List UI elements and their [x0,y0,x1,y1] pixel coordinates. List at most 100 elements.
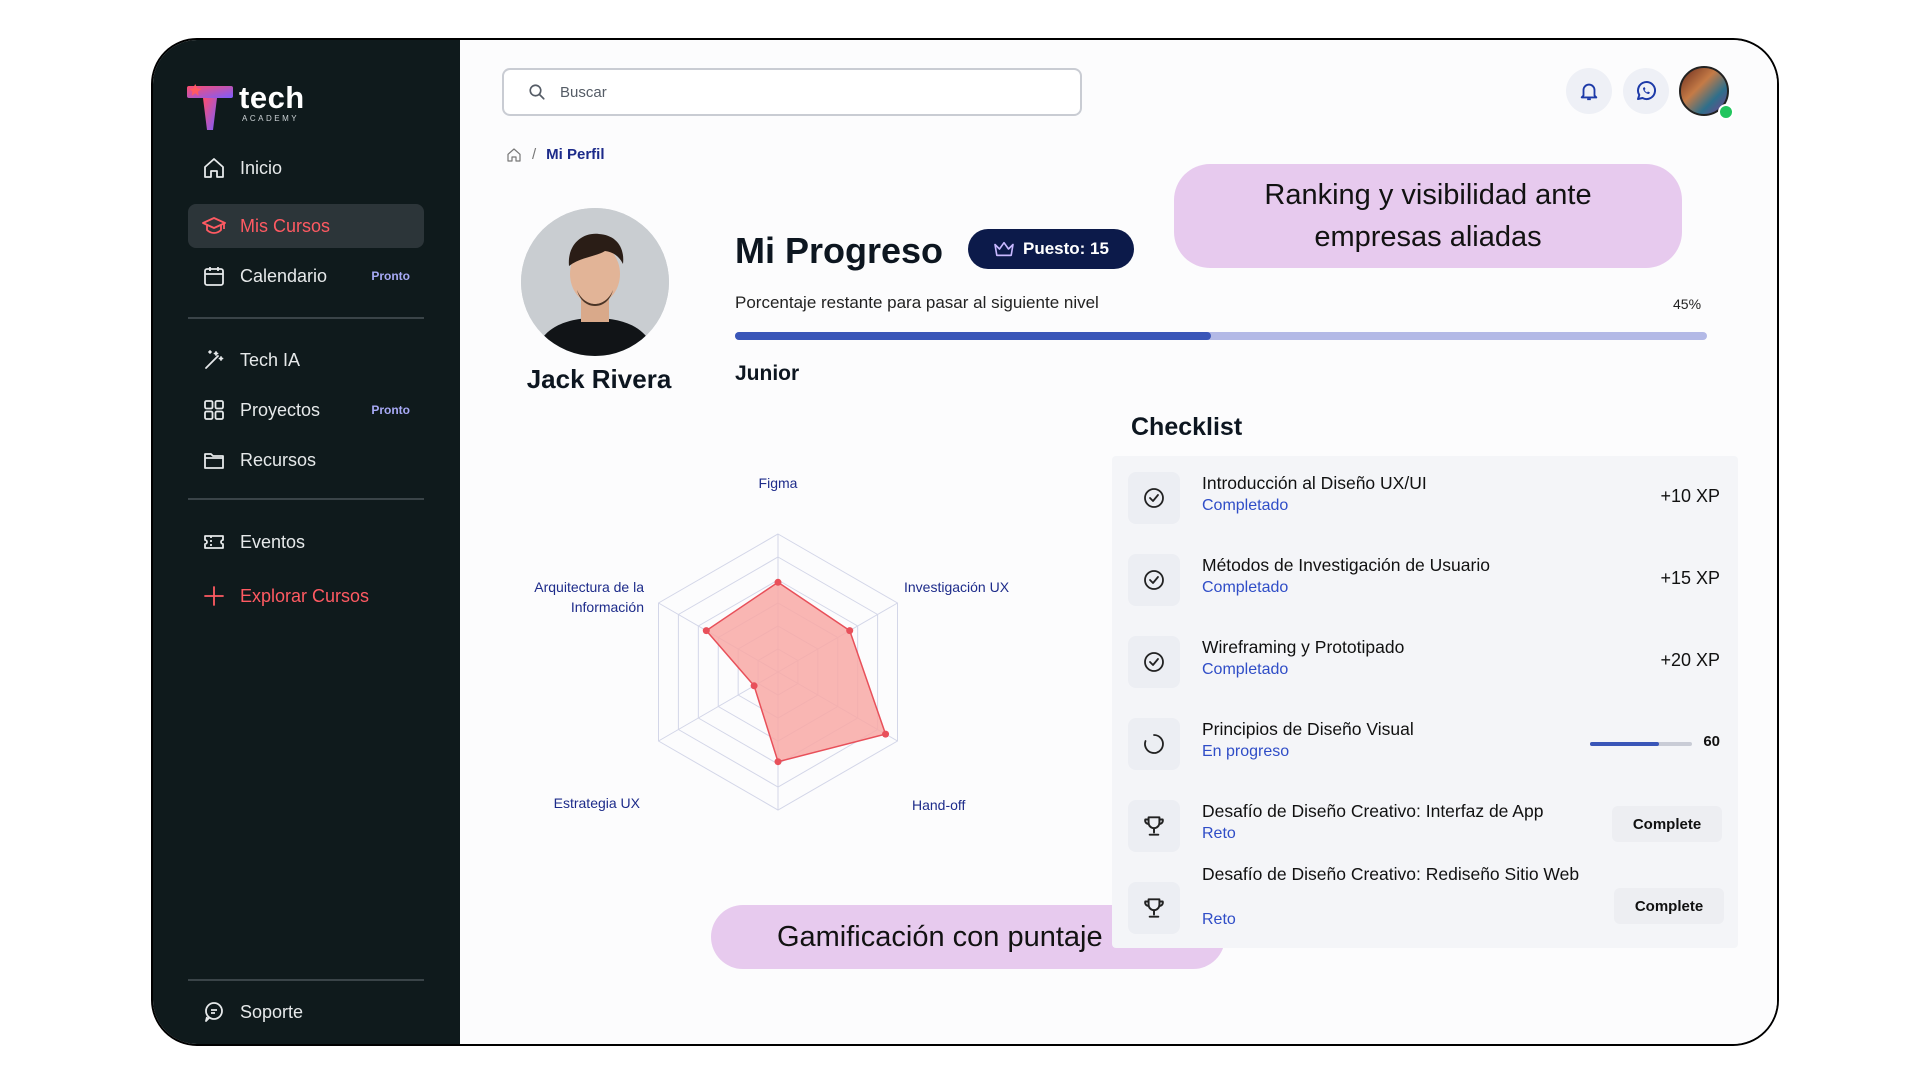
sidebar-item-mis-cursos[interactable]: Mis Cursos [188,204,424,248]
logo-mark-icon [187,84,233,130]
badge-pronto: Pronto [371,269,410,283]
sidebar-divider [188,498,424,500]
checklist-item[interactable]: Principios de Diseño Visual En progreso … [1112,702,1738,782]
sidebar-item-label: Mis Cursos [240,215,331,236]
level-label: Junior [735,362,800,385]
loading-circle-icon [1128,718,1180,770]
radar-axis-label: Estrategia UX [554,795,641,811]
plus-icon [204,586,224,606]
skills-radar-chart: FigmaInvestigación UXHand-offStorytellin… [534,475,1010,813]
ticket-icon [204,535,224,549]
complete-button[interactable]: Complete [1614,888,1724,924]
check-circle-icon [1128,472,1180,524]
sidebar-item-label: Proyectos [240,399,321,420]
magic-wand-icon [205,350,224,369]
home-icon [204,158,224,178]
person-portrait-icon [521,208,669,356]
checklist-item[interactable]: Introducción al Diseño UX/UI Completado … [1112,456,1738,536]
course-progress-value: 60 [1703,733,1720,750]
sidebar-item-calendario[interactable]: Calendario Pronto [188,254,424,298]
checklist-item-xp: +15 XP [1660,568,1720,588]
checklist-item[interactable]: Desafío de Diseño Creativo: Interfaz de … [1112,784,1738,864]
sidebar-divider [188,317,424,319]
calendar-icon [204,267,224,286]
sidebar-item-recursos[interactable]: Recursos [188,438,424,482]
main-content: / Mi Perfil Jack Rivera Mi Progreso Pues… [460,40,1777,1044]
breadcrumb: / Mi Perfil [506,146,605,163]
radar-axis-label: Investigación UX [904,579,1010,595]
brand-logo[interactable]: tech ACADEMY [187,82,305,130]
checklist-item[interactable]: Desafío de Diseño Creativo: Rediseño Sit… [1112,864,1738,946]
checklist-item-status: Reto [1202,825,1236,842]
bell-icon [1580,83,1598,101]
level-progress-bar [735,332,1707,340]
search-icon [529,84,545,100]
course-progress-fill [1590,742,1660,746]
checklist-item-xp: +20 XP [1660,650,1720,670]
whatsapp-button[interactable] [1623,68,1669,114]
brand-sub: ACADEMY [242,114,300,123]
app-frame: tech ACADEMY Inicio Mis Cursos Calendari… [151,38,1779,1046]
radar-data-point [750,682,758,690]
checklist-item-title: Desafío de Diseño Creativo: Rediseño Sit… [1202,864,1580,884]
checklist-title: Checklist [1131,413,1243,441]
checklist-item-title: Principios de Diseño Visual [1202,719,1414,739]
checklist-item-title: Introducción al Diseño UX/UI [1202,473,1427,493]
crown-icon [994,241,1014,257]
online-status-indicator [1718,104,1734,120]
complete-button[interactable]: Complete [1612,806,1722,842]
sidebar-item-label: Recursos [240,449,317,470]
callout-ranking: Ranking y visibilidad ante empresas alia… [1174,164,1682,268]
notifications-button[interactable] [1566,68,1612,114]
badge-pronto: Pronto [371,403,410,417]
checklist-item-title: Desafío de Diseño Creativo: Interfaz de … [1202,801,1544,821]
sidebar-item-label: Explorar Cursos [240,585,370,606]
home-icon[interactable] [506,147,522,163]
sidebar-item-soporte[interactable]: Soporte [188,990,424,1034]
checklist-item-status: Completado [1202,579,1289,596]
sidebar-item-label: Tech IA [240,349,301,370]
sidebar-item-label: Eventos [240,531,306,552]
search-input[interactable] [558,82,1042,102]
checklist-item-status: Reto [1202,911,1236,928]
radar-data-point [702,627,710,635]
profile-photo [521,208,669,356]
checklist-item-status: Completado [1202,661,1289,678]
progress-description: Porcentaje restante para pasar al siguie… [735,293,1099,312]
profile-name: Jack Rivera [526,364,672,394]
page-title: Mi Progreso [735,230,944,271]
search-bar[interactable] [502,68,1082,116]
sidebar-item-proyectos[interactable]: Proyectos Pronto [188,388,424,432]
sidebar-item-tech-ia[interactable]: Tech IA [188,338,424,382]
checklist-panel: Introducción al Diseño UX/UI Completado … [1112,456,1738,948]
breadcrumb-current[interactable]: Mi Perfil [546,146,604,163]
level-progress-fill [735,332,1212,340]
radar-axis-label: Figma [759,475,798,491]
sidebar-item-label: Soporte [240,1001,304,1022]
sidebar-item-eventos[interactable]: Eventos [188,520,424,564]
sidebar: tech ACADEMY Inicio Mis Cursos Calendari… [153,40,460,1044]
radar-data-point [774,758,782,766]
sidebar-item-inicio[interactable]: Inicio [188,146,424,190]
graduation-cap-icon [202,217,226,234]
course-progress-bar [1590,742,1692,746]
whatsapp-icon [1637,81,1656,100]
rank-label: Puesto: 15 [1023,239,1109,258]
checklist-item[interactable]: Métodos de Investigación de Usuario Comp… [1112,538,1738,618]
check-circle-icon [1128,554,1180,606]
radar-data-area [705,581,887,763]
checklist-item-status: Completado [1202,497,1289,514]
radar-data-point [846,627,854,635]
support-chat-icon [205,1002,223,1022]
sidebar-divider [188,979,424,981]
checklist-item-status: En progreso [1202,743,1290,760]
checklist-item[interactable]: Wireframing y Prototipado Completado +20… [1112,620,1738,700]
grid-icon [204,400,224,420]
checklist-item-title: Wireframing y Prototipado [1202,637,1405,657]
progress-percent: 45% [1673,296,1702,312]
sidebar-item-explorar-cursos[interactable]: Explorar Cursos [188,574,424,618]
radar-data-point [774,578,782,586]
folder-icon [204,453,224,469]
sidebar-item-label: Inicio [240,157,283,178]
brand-name: tech [239,80,305,115]
